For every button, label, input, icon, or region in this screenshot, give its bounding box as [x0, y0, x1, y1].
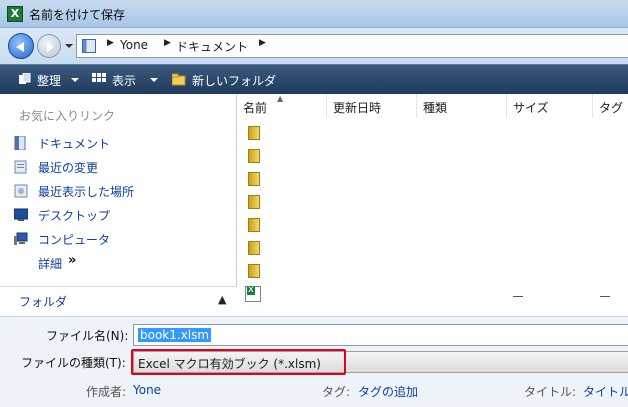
file-list: 名前 ▲ 更新日時 種類 サイズ タグ: [237, 94, 628, 316]
recent-places-icon: [14, 184, 28, 198]
tags-add-link[interactable]: タグの追加: [358, 383, 418, 400]
folder-icon[interactable]: [247, 172, 260, 186]
column-header-type[interactable]: 種類: [417, 94, 507, 118]
breadcrumb-yone[interactable]: Yone: [120, 38, 148, 52]
save-form: ファイル名(N): book1.xlsm ファイルの種類(T): Excel マ…: [0, 316, 628, 407]
views-dropdown-icon[interactable]: [150, 78, 158, 82]
breadcrumb-documents[interactable]: ドキュメント: [176, 38, 248, 55]
address-bar[interactable]: ▶ Yone ▶ ドキュメント ▶: [76, 34, 628, 58]
title-field[interactable]: タイトル: [583, 383, 628, 400]
folder-icon[interactable]: [247, 264, 260, 278]
empty-value-dash: [600, 296, 610, 297]
recent-changes-icon: [14, 160, 27, 174]
folder-icon[interactable]: [247, 218, 260, 232]
views-icon: [92, 73, 106, 82]
filetype-highlight-box: [131, 349, 346, 375]
filename-label: ファイル名(N):: [46, 329, 129, 343]
recent-pages-dropdown-icon[interactable]: [65, 44, 73, 48]
chevron-up-icon: ▲: [218, 293, 227, 306]
breadcrumb-arrow-icon[interactable]: ▶: [107, 38, 114, 48]
folder-icon[interactable]: [247, 126, 260, 140]
folder-icon: [82, 39, 96, 53]
documents-icon: [14, 136, 26, 150]
empty-value-dash: [513, 296, 523, 297]
more-links-button[interactable]: 詳細: [38, 255, 62, 272]
address-area: ▶ Yone ▶ ドキュメント ▶: [0, 28, 628, 64]
folders-toggle[interactable]: フォルダ ▲: [0, 286, 237, 316]
folder-icon[interactable]: [247, 241, 260, 255]
filetype-label: ファイルの種類(T):: [21, 356, 126, 370]
tags-label: タグ:: [322, 385, 351, 399]
filename-input[interactable]: book1.xlsm: [133, 324, 628, 346]
title-label: タイトル:: [524, 385, 577, 399]
column-header-modified[interactable]: 更新日時: [327, 94, 417, 118]
organize-button[interactable]: 整理: [37, 72, 61, 89]
folder-icon[interactable]: [247, 149, 260, 163]
command-toolbar: 整理 表示 新しいフォルダ: [0, 64, 628, 94]
new-folder-button[interactable]: 新しいフォルダ: [192, 72, 276, 89]
organize-icon: [19, 73, 31, 84]
author-value[interactable]: Yone: [133, 383, 161, 397]
sort-ascending-icon: ▲: [277, 94, 284, 103]
column-header-size[interactable]: サイズ: [507, 94, 593, 118]
column-header-tags[interactable]: タグ: [593, 94, 628, 118]
navigation-pane: お気に入りリンク ドキュメント 最近の変更 最近表示した場所 デスクトップ コン…: [0, 94, 237, 316]
forward-button[interactable]: [37, 34, 61, 58]
author-label: 作成者:: [86, 385, 127, 399]
folder-icon[interactable]: [247, 195, 260, 209]
excel-file-icon[interactable]: [245, 286, 261, 302]
back-button[interactable]: [8, 33, 34, 59]
excel-icon: X: [7, 6, 23, 22]
desktop-icon: [14, 208, 28, 221]
breadcrumb-arrow-icon[interactable]: ▶: [164, 38, 171, 48]
double-chevron-icon[interactable]: »: [68, 253, 76, 268]
organize-dropdown-icon[interactable]: [71, 78, 79, 82]
filename-value: book1.xlsm: [138, 328, 212, 342]
title-bar: X 名前を付けて保存: [0, 0, 628, 28]
breadcrumb-arrow-icon[interactable]: ▶: [259, 38, 266, 48]
computer-icon: [14, 232, 28, 245]
new-folder-icon: [172, 73, 186, 86]
views-button[interactable]: 表示: [112, 72, 136, 89]
favorite-links-heading: お気に入りリンク: [19, 109, 116, 123]
window-title: 名前を付けて保存: [29, 8, 126, 22]
column-header-name[interactable]: 名前 ▲: [237, 94, 327, 118]
